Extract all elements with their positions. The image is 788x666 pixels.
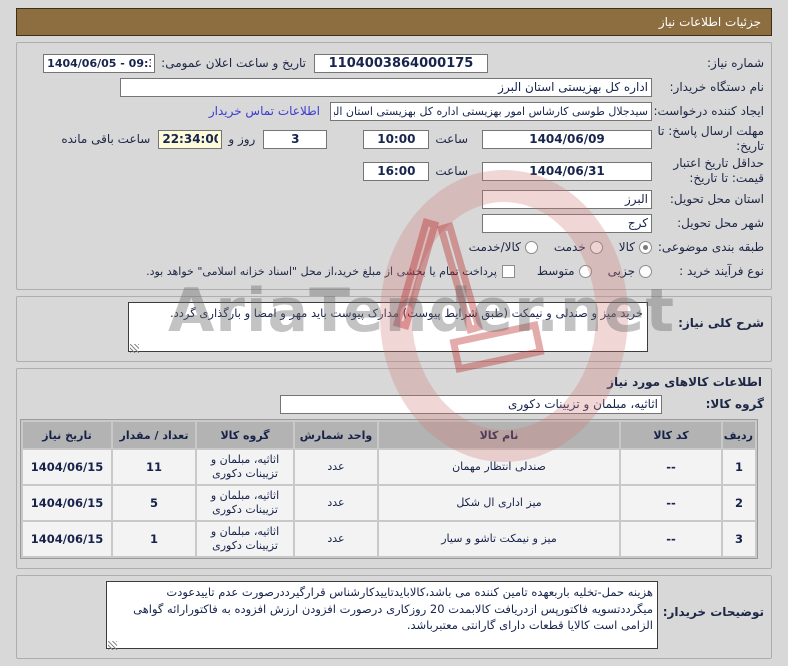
radio-service[interactable] — [589, 240, 603, 254]
province-label: استان محل تحویل: — [669, 191, 764, 206]
treasury-note: پرداخت تمام یا بخشی از مبلغ خرید،از محل … — [146, 264, 497, 278]
remaining-label: ساعت باقی مانده — [61, 132, 151, 146]
page-title: جزئیات اطلاعات نیاز — [16, 8, 772, 36]
table-cell: عدد — [295, 522, 377, 556]
need-description-label: شرح کلی نیاز: — [678, 316, 764, 330]
table-cell: اثاثیه، مبلمان و تزیینات دکوری — [197, 486, 293, 520]
price-validity-hour-label: ساعت — [435, 164, 468, 178]
table-row: 3 -- میز و نیمکت تاشو و سیار عدد اثاثیه، مبل… — [23, 522, 755, 556]
table-cell: میز و نیمکت تاشو و سیار — [379, 522, 619, 556]
subject-class-row: طبقه بندی موضوعی: کالا خدمت کالا/خدمت — [24, 236, 764, 258]
remaining-days-input[interactable] — [263, 129, 328, 149]
table-cell: عدد — [295, 450, 377, 484]
need-number-input[interactable] — [314, 53, 488, 73]
radio-medium[interactable] — [578, 264, 592, 278]
buyer-notes-panel: توضیحات خریدار: هزینه حمل-تخلیه باربعهده… — [16, 575, 772, 659]
need-number-row: شماره نیاز: تاریخ و ساعت اعلان عمومی: — [24, 52, 764, 74]
creator-input[interactable] — [330, 101, 652, 121]
table-row: 2 -- میز اداری ال شکل عدد اثاثیه، مبلمان و ت… — [23, 486, 755, 520]
goods-group-label: گروه کالا: — [705, 396, 764, 411]
table-header-cell: گروه کالا — [197, 422, 293, 448]
price-validity-date-input[interactable] — [482, 161, 652, 181]
radio-goods-service[interactable] — [524, 240, 538, 254]
buyer-notes-textarea[interactable]: هزینه حمل-تخلیه باربعهده تامین کننده می … — [106, 581, 658, 649]
buyer-contact-link[interactable]: اطلاعات تماس خریدار — [209, 104, 320, 118]
announce-label: تاریخ و ساعت اعلان عمومی: — [161, 56, 306, 70]
subject-class-label: طبقه بندی موضوعی: — [657, 239, 764, 254]
table-cell: اثاثیه، مبلمان و تزیینات دکوری — [197, 450, 293, 484]
creator-row: ایجاد کننده درخواست: اطلاعات تماس خریدار — [24, 100, 764, 122]
goods-section-heading: اطلاعات کالاهای مورد نیاز — [607, 375, 762, 389]
price-validity-hour-input[interactable] — [363, 161, 430, 181]
table-row: 1 -- صندلی انتظار مهمان عدد اثاثیه، مبلمان و… — [23, 450, 755, 484]
table-header-cell: کد کالا — [621, 422, 721, 448]
buyer-org-row: نام دستگاه خریدار: — [24, 76, 764, 98]
goods-panel: اطلاعات کالاهای مورد نیاز گروه کالا: ردی… — [16, 368, 772, 569]
table-header-cell: ردیف — [723, 422, 755, 448]
table-cell: -- — [621, 522, 721, 556]
remaining-time-input[interactable] — [158, 129, 223, 149]
buyer-org-label: نام دستگاه خریدار: — [669, 79, 765, 94]
table-header-cell: نام کالا — [379, 422, 619, 448]
table-cell: 1 — [723, 450, 755, 484]
table-cell: 1404/06/15 — [23, 450, 111, 484]
goods-table: ردیف کد کالا نام کالا واحد شمارش گروه کالا تع… — [20, 419, 758, 559]
price-validity-label: حداقل تاریخ اعتبار قیمت: تا تاریخ: — [673, 156, 764, 185]
radio-partial[interactable] — [639, 264, 652, 278]
announce-datetime-input[interactable] — [43, 53, 156, 73]
deadline-hour-input[interactable] — [363, 129, 430, 149]
table-cell: میز اداری ال شکل — [379, 486, 619, 520]
deadline-date-input[interactable] — [482, 129, 652, 149]
resize-handle-icon — [108, 641, 117, 650]
city-input[interactable] — [482, 213, 652, 233]
table-cell: -- — [621, 486, 721, 520]
buyer-org-input[interactable] — [120, 77, 652, 97]
province-input[interactable] — [482, 189, 652, 209]
need-description-textarea[interactable]: خرید میز و صندلی و نیمکت (طبق شرایط پیوس… — [128, 302, 648, 352]
resize-handle-icon — [130, 344, 139, 353]
table-cell: 1404/06/15 — [23, 522, 111, 556]
table-header-cell: تاریخ نیاز — [23, 422, 111, 448]
price-validity-row: حداقل تاریخ اعتبار قیمت: تا تاریخ: ساعت — [24, 156, 764, 186]
goods-group-input[interactable] — [280, 394, 662, 414]
province-row: استان محل تحویل: — [24, 188, 764, 210]
table-cell: 5 — [113, 486, 195, 520]
creator-label: ایجاد کننده درخواست: — [653, 103, 764, 118]
buyer-notes-label: توضیحات خریدار: — [662, 605, 764, 619]
table-cell: 1404/06/15 — [23, 486, 111, 520]
table-cell: 1 — [113, 522, 195, 556]
days-label: روز و — [228, 132, 256, 146]
table-cell: عدد — [295, 486, 377, 520]
purchase-process-label: نوع فرآیند خرید : — [679, 263, 764, 278]
deadline-hour-label: ساعت — [435, 132, 468, 146]
radio-service-label: خدمت — [553, 240, 586, 254]
need-details-page: جزئیات اطلاعات نیاز شماره نیاز: تاریخ و … — [0, 0, 788, 666]
goods-table-header-row: ردیف کد کالا نام کالا واحد شمارش گروه کالا تع… — [23, 422, 755, 448]
radio-partial-label: جزیی — [607, 264, 635, 278]
purchase-process-row: نوع فرآیند خرید : جزیی متوسط پرداخت تمام… — [24, 260, 764, 282]
table-header-cell: واحد شمارش — [295, 422, 377, 448]
city-label: شهر محل تحویل: — [677, 215, 764, 230]
table-cell: 2 — [723, 486, 755, 520]
need-description-panel: شرح کلی نیاز: خرید میز و صندلی و نیمکت (… — [16, 296, 772, 362]
response-deadline-row: مهلت ارسال پاسخ: تا تاریخ: ساعت روز و سا… — [24, 124, 764, 154]
goods-group-row: گروه کالا: — [24, 393, 764, 415]
table-cell: اثاثیه، مبلمان و تزیینات دکوری — [197, 522, 293, 556]
treasury-checkbox[interactable] — [501, 264, 515, 278]
need-number-label: شماره نیاز: — [707, 55, 764, 70]
table-cell: 3 — [723, 522, 755, 556]
table-cell: -- — [621, 450, 721, 484]
table-cell: صندلی انتظار مهمان — [379, 450, 619, 484]
table-header-cell: تعداد / مقدار — [113, 422, 195, 448]
radio-goods-label: کالا — [618, 240, 635, 254]
table-cell: 11 — [113, 450, 195, 484]
radio-medium-label: متوسط — [536, 264, 575, 278]
deadline-label: مهلت ارسال پاسخ: تا تاریخ: — [657, 124, 764, 153]
city-row: شهر محل تحویل: — [24, 212, 764, 234]
radio-goods-service-label: کالا/خدمت — [468, 240, 521, 254]
radio-goods[interactable] — [639, 240, 652, 254]
goods-table-body: 1 -- صندلی انتظار مهمان عدد اثاثیه، مبلمان و… — [23, 450, 755, 556]
need-info-panel: شماره نیاز: تاریخ و ساعت اعلان عمومی: نا… — [16, 42, 772, 290]
